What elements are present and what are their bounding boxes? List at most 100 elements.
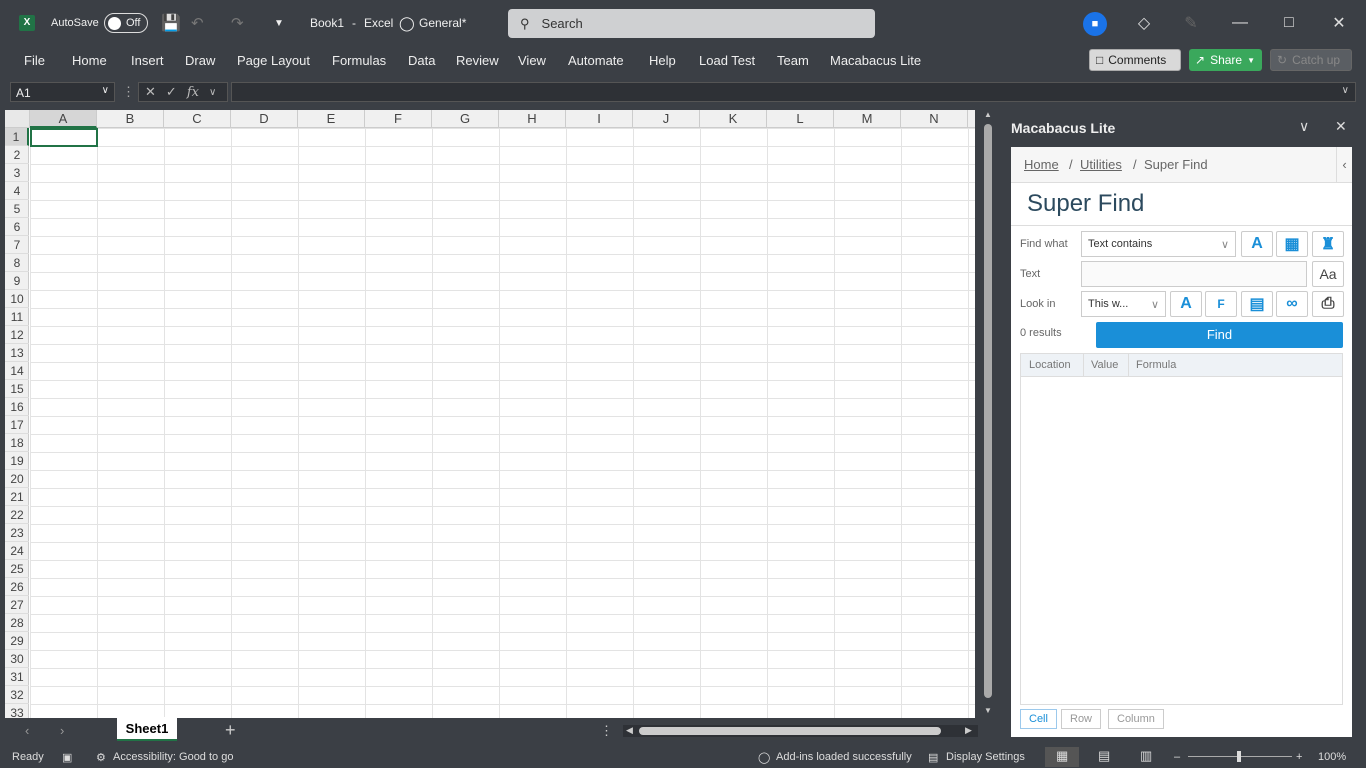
close-icon[interactable]: ✕: [1329, 13, 1349, 33]
breadcrumb-home[interactable]: Home: [1024, 157, 1059, 172]
tab-automate[interactable]: Automate: [568, 53, 624, 68]
accessibility-status[interactable]: Accessibility: Good to go: [113, 751, 233, 763]
row-header[interactable]: 21: [5, 488, 29, 506]
row-header[interactable]: 31: [5, 668, 29, 686]
tab-insert[interactable]: Insert: [131, 53, 164, 68]
text-input[interactable]: [1081, 261, 1307, 287]
row-header[interactable]: 15: [5, 380, 29, 398]
column-header[interactable]: E: [298, 110, 365, 128]
undo-icon[interactable]: ↶: [191, 0, 204, 46]
look-in-select[interactable]: This w... ∨: [1081, 291, 1166, 317]
add-sheet-icon[interactable]: +: [225, 720, 236, 741]
customize-qat-icon[interactable]: ▼: [274, 0, 284, 46]
search-box[interactable]: ⚲ Search: [508, 9, 875, 38]
calculator-icon[interactable]: ▦: [1276, 231, 1308, 257]
chevron-down-icon[interactable]: ∨: [209, 87, 216, 98]
enter-icon[interactable]: ✓: [166, 84, 177, 100]
column-formula[interactable]: Formula: [1129, 354, 1229, 377]
breadcrumb-utilities[interactable]: Utilities: [1080, 157, 1122, 172]
row-header[interactable]: 19: [5, 452, 29, 470]
row-header[interactable]: 3: [5, 164, 29, 182]
column-header[interactable]: I: [566, 110, 633, 128]
column-header[interactable]: C: [164, 110, 231, 128]
row-header[interactable]: 12: [5, 326, 29, 344]
filter-row-button[interactable]: Row: [1061, 709, 1102, 729]
cell-area[interactable]: [30, 128, 975, 718]
scroll-right-icon[interactable]: ▶: [965, 725, 972, 736]
active-cell[interactable]: [30, 128, 98, 147]
row-header[interactable]: 24: [5, 542, 29, 560]
formulas-icon[interactable]: F: [1205, 291, 1237, 317]
row-header[interactable]: 4: [5, 182, 29, 200]
tab-data[interactable]: Data: [408, 53, 435, 68]
cancel-icon[interactable]: ✕: [145, 84, 156, 100]
row-header[interactable]: 20: [5, 470, 29, 488]
comment-icon[interactable]: ▤: [1241, 291, 1273, 317]
save-icon[interactable]: 💾: [161, 0, 181, 46]
tab-draw[interactable]: Draw: [185, 53, 215, 68]
tab-view[interactable]: View: [518, 53, 546, 68]
formula-input[interactable]: ∨: [231, 82, 1356, 102]
expand-formula-icon[interactable]: ∨: [1342, 85, 1349, 96]
column-header[interactable]: A: [30, 110, 97, 128]
next-sheet-icon[interactable]: ›: [60, 723, 64, 738]
format-painter-icon[interactable]: ♜: [1312, 231, 1344, 257]
row-header[interactable]: 1: [5, 128, 29, 146]
match-case-icon[interactable]: Aa: [1312, 261, 1344, 287]
tab-team[interactable]: Team: [777, 53, 809, 68]
column-header[interactable]: G: [432, 110, 499, 128]
column-header[interactable]: H: [499, 110, 566, 128]
column-header[interactable]: N: [901, 110, 968, 128]
collapse-icon[interactable]: ‹: [1336, 147, 1352, 183]
column-header[interactable]: F: [365, 110, 432, 128]
page-layout-view-icon[interactable]: ▤: [1098, 748, 1110, 764]
row-header[interactable]: 30: [5, 650, 29, 668]
row-header[interactable]: 13: [5, 344, 29, 362]
filter-column-button[interactable]: Column: [1108, 709, 1164, 729]
column-header[interactable]: L: [767, 110, 834, 128]
horizontal-scrollbar[interactable]: ◀ ▶: [623, 725, 978, 737]
pen-icon[interactable]: ✎: [1181, 13, 1201, 33]
zoom-out-icon[interactable]: –: [1174, 751, 1180, 763]
link-icon[interactable]: ∞: [1276, 291, 1308, 317]
page-break-view-icon[interactable]: ▥: [1140, 748, 1152, 764]
row-header[interactable]: 9: [5, 272, 29, 290]
autosave-toggle[interactable]: Off: [104, 13, 148, 33]
display-settings[interactable]: Display Settings: [946, 751, 1025, 763]
worksheet-grid[interactable]: ABCDEFGHIJKLMN 1 2 3 4 5 6 7 8 9 10 11 12 13 14 15 16 17…: [5, 110, 975, 718]
row-header[interactable]: 27: [5, 596, 29, 614]
sheet-tab-sheet1[interactable]: Sheet1: [117, 717, 177, 741]
column-header[interactable]: K: [700, 110, 767, 128]
tab-home[interactable]: Home: [72, 53, 107, 68]
row-header[interactable]: 29: [5, 632, 29, 650]
row-header[interactable]: 11: [5, 308, 29, 326]
row-header[interactable]: 14: [5, 362, 29, 380]
row-header[interactable]: 18: [5, 434, 29, 452]
filter-cell-button[interactable]: Cell: [1020, 709, 1057, 729]
column-location[interactable]: Location: [1021, 354, 1084, 377]
values-icon[interactable]: A: [1170, 291, 1202, 317]
horizontal-scroll-thumb[interactable]: [639, 727, 941, 735]
prev-sheet-icon[interactable]: ‹: [25, 723, 29, 738]
tab-help[interactable]: Help: [649, 53, 676, 68]
sensitivity-label[interactable]: General*: [419, 0, 466, 46]
row-header[interactable]: 10: [5, 290, 29, 308]
macro-record-icon[interactable]: ▣: [62, 751, 72, 764]
share-button[interactable]: ↗ Share ▼: [1189, 49, 1262, 71]
maximize-icon[interactable]: □: [1279, 13, 1299, 33]
account-icon[interactable]: ■: [1083, 12, 1107, 36]
row-header[interactable]: 16: [5, 398, 29, 416]
text-format-icon[interactable]: A: [1241, 231, 1273, 257]
name-box[interactable]: A1 ∨: [10, 82, 115, 102]
comments-button[interactable]: □ Comments: [1089, 49, 1181, 71]
tab-file[interactable]: File: [24, 53, 45, 68]
more-icon[interactable]: ⋮: [122, 84, 135, 100]
catch-up-button[interactable]: ↻ Catch up: [1270, 49, 1352, 71]
scroll-up-icon[interactable]: ▲: [984, 110, 992, 119]
row-header[interactable]: 32: [5, 686, 29, 704]
select-all-corner[interactable]: [5, 110, 30, 128]
tab-review[interactable]: Review: [456, 53, 499, 68]
row-header[interactable]: 5: [5, 200, 29, 218]
zoom-level[interactable]: 100%: [1318, 751, 1346, 763]
row-header[interactable]: 6: [5, 218, 29, 236]
